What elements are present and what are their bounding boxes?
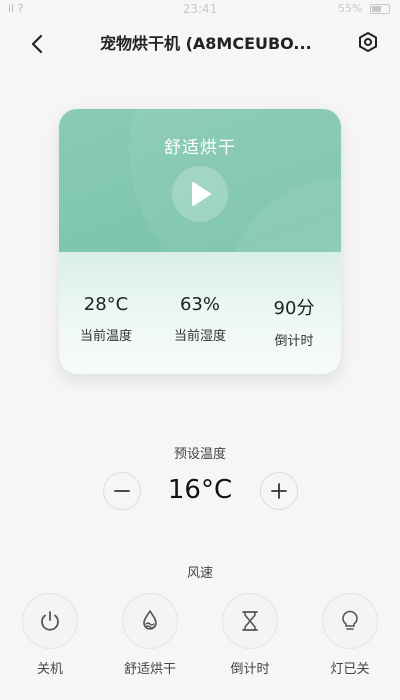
light-button-circle[interactable] bbox=[322, 593, 378, 649]
stat-countdown: 90分 倒计时 bbox=[247, 294, 341, 349]
power-label: 关机 bbox=[36, 662, 63, 677]
minus-icon bbox=[114, 490, 130, 492]
decrease-temperature-button[interactable] bbox=[103, 472, 141, 510]
settings-button[interactable] bbox=[354, 28, 382, 56]
stat-value: 90分 bbox=[273, 298, 315, 319]
stat-value: 63% bbox=[179, 294, 220, 315]
status-bar: il ? 23:41 55% bbox=[0, 0, 400, 22]
chevron-left-icon bbox=[31, 34, 43, 54]
light-button[interactable]: 灯已关 bbox=[310, 593, 390, 677]
preset-temperature-value: 16°C bbox=[167, 475, 233, 505]
stat-label: 当前湿度 bbox=[173, 329, 226, 344]
header: 宠物烘干机 (A8MCEUBO... bbox=[0, 22, 400, 62]
increase-temperature-button[interactable] bbox=[260, 472, 298, 510]
hourglass-icon bbox=[242, 611, 258, 631]
stat-current-humidity: 63% 当前湿度 bbox=[153, 294, 247, 344]
settings-hex-icon bbox=[359, 32, 377, 52]
power-button[interactable]: 关机 bbox=[10, 593, 90, 677]
fan-speed-label: 风速 bbox=[186, 566, 213, 581]
stat-current-temperature: 28°C 当前温度 bbox=[59, 294, 153, 344]
play-icon bbox=[192, 182, 211, 206]
preset-temperature-label: 预设温度 bbox=[173, 447, 226, 462]
power-icon bbox=[41, 611, 59, 631]
status-card: 舒适烘干 28°C 当前温度 63% 当前湿度 90分 倒计时 bbox=[59, 109, 341, 374]
card-stats-panel: 28°C 当前温度 63% 当前湿度 90分 倒计时 bbox=[59, 252, 341, 374]
plus-icon bbox=[271, 483, 287, 499]
stat-label: 当前温度 bbox=[79, 329, 132, 344]
battery-percent: 55% bbox=[338, 2, 363, 15]
power-button-circle[interactable] bbox=[22, 593, 78, 649]
countdown-label: 倒计时 bbox=[230, 662, 270, 677]
current-mode-label: 舒适烘干 bbox=[164, 138, 236, 158]
battery-indicator: 55% bbox=[338, 2, 390, 15]
stat-value: 28°C bbox=[83, 294, 129, 315]
back-button[interactable] bbox=[24, 30, 52, 58]
bulb-icon bbox=[342, 610, 358, 630]
page-title: 宠物烘干机 (A8MCEUBO... bbox=[100, 34, 310, 53]
comfort-dry-label: 舒适烘干 bbox=[123, 662, 176, 677]
comfort-dry-button-circle[interactable] bbox=[122, 593, 178, 649]
comfort-dry-button[interactable]: 舒适烘干 bbox=[110, 593, 190, 677]
countdown-button-circle[interactable] bbox=[222, 593, 278, 649]
drop-wave-icon bbox=[143, 610, 157, 630]
light-label: 灯已关 bbox=[330, 662, 370, 677]
stat-label: 倒计时 bbox=[274, 334, 314, 349]
play-button[interactable] bbox=[172, 166, 228, 222]
countdown-button[interactable]: 倒计时 bbox=[210, 593, 290, 677]
battery-icon bbox=[370, 4, 390, 14]
